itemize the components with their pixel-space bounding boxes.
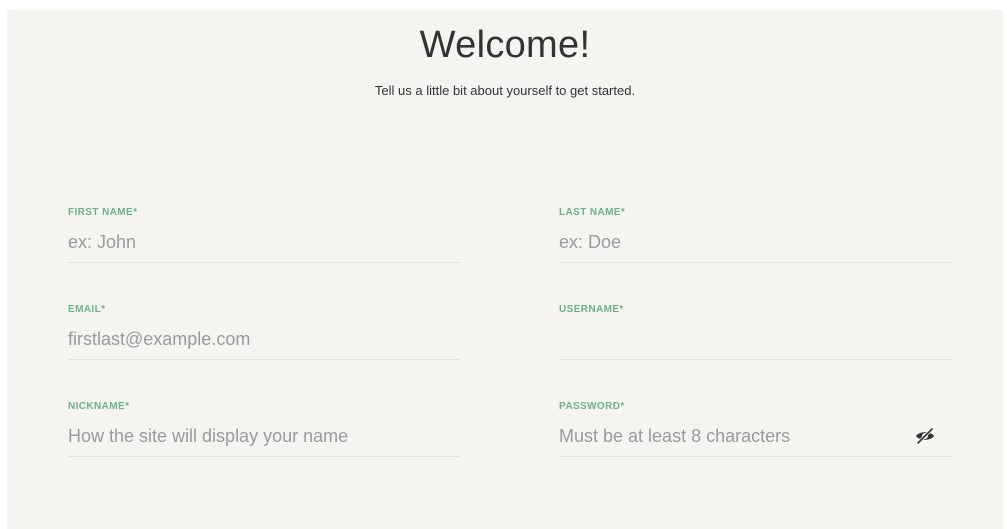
nickname-label: NICKNAME*	[68, 401, 130, 412]
username-field: USERNAME*	[559, 304, 951, 368]
password-underline	[559, 456, 951, 457]
username-input[interactable]	[559, 325, 951, 353]
email-label: EMAIL*	[68, 304, 106, 315]
first-name-input[interactable]	[68, 228, 460, 256]
nickname-input[interactable]	[68, 422, 460, 450]
last-name-underline	[559, 262, 951, 263]
nickname-underline	[68, 456, 460, 457]
username-label: USERNAME*	[559, 304, 624, 315]
last-name-input[interactable]	[559, 228, 951, 256]
email-field: EMAIL*	[68, 304, 460, 368]
first-name-field: FIRST NAME*	[68, 207, 460, 271]
nickname-field: NICKNAME*	[68, 401, 460, 465]
email-underline	[68, 359, 460, 360]
eye-slash-icon[interactable]	[915, 427, 935, 445]
username-underline	[559, 359, 951, 360]
page-subtitle: Tell us a little bit about yourself to g…	[374, 83, 636, 98]
password-input[interactable]	[559, 422, 899, 450]
last-name-field: LAST NAME*	[559, 207, 951, 271]
password-label: PASSWORD*	[559, 401, 625, 412]
page-title: Welcome!	[419, 24, 591, 66]
signup-panel: Welcome! Tell us a little bit about your…	[7, 10, 1003, 529]
password-field: PASSWORD*	[559, 401, 951, 465]
last-name-label: LAST NAME*	[559, 207, 626, 218]
first-name-label: FIRST NAME*	[68, 207, 138, 218]
first-name-underline	[68, 262, 460, 263]
email-input[interactable]	[68, 325, 460, 353]
